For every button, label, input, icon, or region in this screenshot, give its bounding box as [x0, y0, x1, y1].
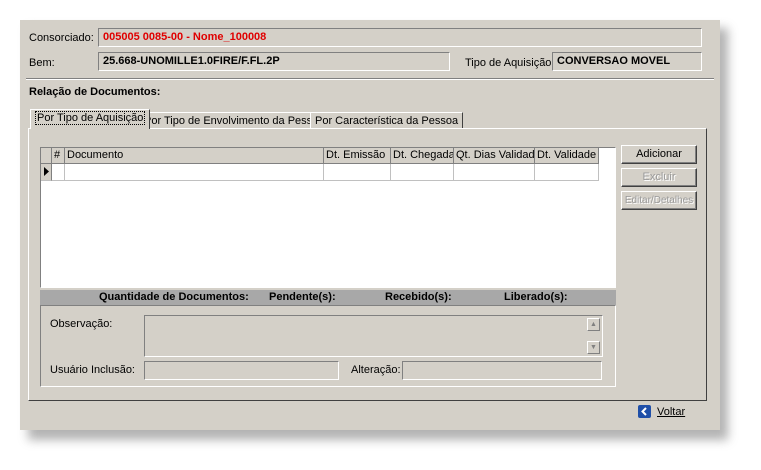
grid-header-documento[interactable]: Documento: [65, 148, 324, 164]
summary-liberados: Liberado(s):: [504, 291, 568, 303]
editar-detalhes-button[interactable]: Editar/Detalhes: [621, 191, 697, 210]
grid-header-dt-emissao[interactable]: Dt. Emissão: [324, 148, 391, 164]
table-row-cell[interactable]: [324, 164, 391, 181]
tab-tipo-aquisicao-label: Por Tipo de Aquisição: [35, 111, 146, 125]
tipo-aquisicao-field: CONVERSAO MOVEL: [552, 52, 702, 71]
tab-caracteristica-pessoa[interactable]: Por Característica da Pessoa: [310, 112, 464, 129]
table-row-cell[interactable]: [52, 164, 65, 181]
consorciado-field: 005005 0085-00 - Nome_100008: [98, 28, 702, 47]
tab-panel: # Documento Dt. Emissão Dt. Chegada Qt. …: [28, 128, 707, 401]
scroll-down-icon[interactable]: ▼: [587, 341, 600, 354]
row-indicator: [41, 164, 52, 181]
bem-field: 25.668-UNOMILLE1.0FIRE/F.FL.2P: [98, 52, 450, 71]
row-pointer-icon: [44, 167, 49, 176]
adicionar-button[interactable]: Adicionar: [621, 145, 697, 164]
summary-recebidos: Recebido(s):: [385, 291, 452, 303]
scroll-up-icon[interactable]: ▲: [587, 318, 600, 331]
grid-header-dt-chegada[interactable]: Dt. Chegada: [391, 148, 454, 164]
table-row-cell[interactable]: [391, 164, 454, 181]
bem-label: Bem:: [29, 57, 55, 69]
usuario-inclusao-label: Usuário Inclusão:: [50, 364, 135, 376]
tab-tipo-aquisicao[interactable]: Por Tipo de Aquisição: [30, 109, 151, 129]
consorciado-label: Consorciado:: [29, 32, 94, 44]
header-divider: [26, 78, 714, 80]
document-window: Consorciado: 005005 0085-00 - Nome_10000…: [20, 20, 720, 430]
grid-header-dt-validade[interactable]: Dt. Validade: [535, 148, 599, 164]
observacao-textarea[interactable]: ▲ ▼: [144, 315, 603, 357]
voltar-label: Voltar: [657, 406, 686, 418]
summary-quantidade: Quantidade de Documentos:: [99, 291, 249, 303]
section-title: Relação de Documentos:: [29, 86, 161, 98]
documents-grid[interactable]: # Documento Dt. Emissão Dt. Chegada Qt. …: [40, 147, 616, 288]
summary-pendentes: Pendente(s):: [269, 291, 336, 303]
table-row-cell[interactable]: [535, 164, 599, 181]
usuario-inclusao-field[interactable]: [144, 361, 339, 380]
grid-header-indicator: [41, 148, 52, 164]
alteracao-field[interactable]: [402, 361, 602, 380]
back-arrow-icon: [638, 405, 651, 418]
table-row-cell[interactable]: [454, 164, 535, 181]
grid-header-number[interactable]: #: [52, 148, 65, 164]
details-group: Observação: ▲ ▼ Usuário Inclusão: Altera…: [40, 305, 616, 387]
grid-header-qt-dias-validade[interactable]: Qt. Dias Validade: [454, 148, 535, 164]
summary-bar: Quantidade de Documentos: Pendente(s): R…: [40, 290, 616, 305]
excluir-button[interactable]: Excluir: [621, 168, 697, 187]
tipo-aquisicao-label: Tipo de Aquisição:: [465, 57, 555, 69]
tab-tipo-envolvimento[interactable]: Por Tipo de Envolvimento da Pessoa: [139, 112, 330, 129]
alteracao-label: Alteração:: [351, 364, 401, 376]
observacao-label: Observação:: [50, 318, 113, 330]
table-row-cell[interactable]: [65, 164, 324, 181]
